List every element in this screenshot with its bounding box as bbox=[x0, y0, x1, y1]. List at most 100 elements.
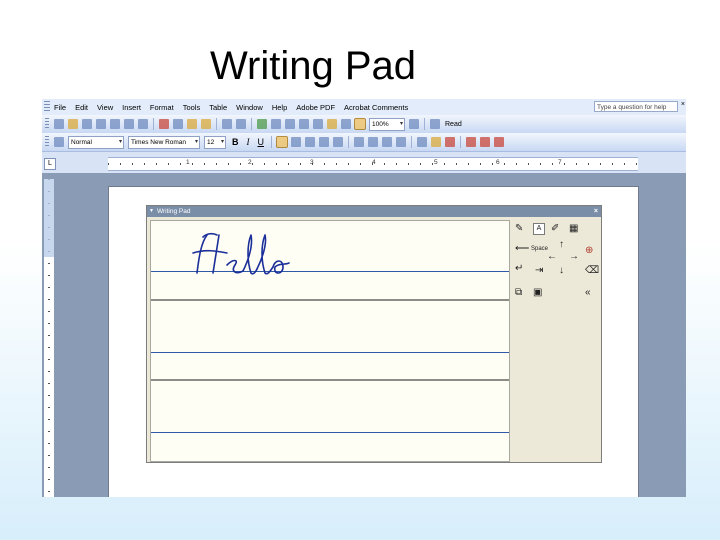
font-color-icon[interactable] bbox=[445, 137, 455, 147]
align-center-icon[interactable] bbox=[291, 137, 301, 147]
ruler-mark: 2 bbox=[248, 159, 252, 166]
bullets-icon[interactable] bbox=[368, 137, 378, 147]
read-button[interactable]: Read bbox=[445, 121, 462, 128]
paste-icon[interactable] bbox=[187, 119, 197, 129]
backspace-icon[interactable]: ⟵ bbox=[515, 244, 529, 254]
drawing-pad-icon[interactable]: ▣ bbox=[533, 288, 542, 298]
ruler-mark: 5 bbox=[434, 159, 438, 166]
enter-icon[interactable]: ↵ bbox=[515, 264, 523, 274]
help-search-input[interactable]: Type a question for help bbox=[594, 101, 678, 112]
keyboard-icon[interactable]: ▦ bbox=[569, 224, 578, 234]
toolbar-separator bbox=[460, 136, 461, 148]
menu-window[interactable]: Window bbox=[236, 103, 263, 112]
menu-file[interactable]: File bbox=[54, 103, 66, 112]
arrow-down-icon[interactable]: ↓ bbox=[559, 266, 564, 276]
menu-table[interactable]: Table bbox=[209, 103, 227, 112]
show-hide-icon[interactable] bbox=[354, 118, 366, 130]
insert-table-icon[interactable] bbox=[285, 119, 295, 129]
convert-and-review-pdf-icon[interactable] bbox=[494, 137, 504, 147]
ruler-mark: 1 bbox=[186, 159, 190, 166]
tables-borders-icon[interactable] bbox=[271, 119, 281, 129]
eraser-icon[interactable]: ⌫ bbox=[585, 266, 599, 276]
grip-handle[interactable] bbox=[44, 101, 50, 113]
menu-insert[interactable]: Insert bbox=[122, 103, 141, 112]
increase-indent-icon[interactable] bbox=[396, 137, 406, 147]
grip-handle[interactable] bbox=[45, 136, 49, 148]
align-left-icon[interactable] bbox=[276, 136, 288, 148]
pen-icon[interactable]: ✐ bbox=[551, 224, 559, 234]
arrow-up-icon[interactable]: ↑ bbox=[559, 240, 564, 250]
text-mode-icon[interactable]: A bbox=[533, 223, 545, 235]
hyperlink-icon[interactable] bbox=[257, 119, 267, 129]
justify-icon[interactable] bbox=[319, 137, 329, 147]
band-separator bbox=[151, 379, 509, 381]
line-spacing-icon[interactable] bbox=[333, 137, 343, 147]
document-map-icon[interactable] bbox=[341, 119, 351, 129]
decrease-indent-icon[interactable] bbox=[382, 137, 392, 147]
spelling-icon[interactable] bbox=[138, 119, 148, 129]
grip-handle[interactable] bbox=[45, 118, 49, 130]
menu-tools[interactable]: Tools bbox=[183, 103, 201, 112]
handwriting-area[interactable] bbox=[150, 220, 510, 462]
menu-acrobat-comments[interactable]: Acrobat Comments bbox=[344, 103, 408, 112]
writing-pad-panel: ▼ Writing Pad × ✎ A ✐ ▦ ⟵ Space ↑ ← → ↵ … bbox=[146, 205, 602, 463]
new-document-icon[interactable] bbox=[54, 119, 64, 129]
cut-icon[interactable] bbox=[159, 119, 169, 129]
highlight-icon[interactable] bbox=[431, 137, 441, 147]
toolbar-separator bbox=[216, 118, 217, 130]
italic-button[interactable]: I bbox=[247, 137, 250, 147]
format-painter-icon[interactable] bbox=[201, 119, 211, 129]
help-icon[interactable] bbox=[409, 119, 419, 129]
correction-icon[interactable]: ⊕ bbox=[585, 246, 593, 256]
columns-icon[interactable] bbox=[313, 119, 323, 129]
writing-pad-title: Writing Pad bbox=[157, 208, 191, 215]
excel-icon[interactable] bbox=[299, 119, 309, 129]
close-icon[interactable]: × bbox=[594, 206, 598, 217]
convert-to-pdf-icon[interactable] bbox=[466, 137, 476, 147]
writing-pad-titlebar[interactable]: ▼ Writing Pad × bbox=[147, 206, 601, 217]
drawing-icon[interactable] bbox=[327, 119, 337, 129]
styles-icon[interactable] bbox=[54, 137, 64, 147]
toolbar-separator bbox=[348, 136, 349, 148]
print-icon[interactable] bbox=[110, 119, 120, 129]
numbering-icon[interactable] bbox=[354, 137, 364, 147]
writing-baseline bbox=[151, 432, 509, 433]
copy-icon[interactable] bbox=[173, 119, 183, 129]
menu-edit[interactable]: Edit bbox=[75, 103, 88, 112]
vertical-ruler[interactable] bbox=[44, 179, 54, 497]
space-button[interactable]: Space bbox=[531, 245, 548, 253]
save-icon[interactable] bbox=[82, 119, 92, 129]
horizontal-ruler[interactable]: 1 2 3 4 5 6 7 bbox=[108, 157, 638, 171]
align-right-icon[interactable] bbox=[305, 137, 315, 147]
ruler-row: L 1 2 3 4 5 6 7 bbox=[42, 152, 686, 173]
redo-icon[interactable] bbox=[236, 119, 246, 129]
ink-icon[interactable]: ✎ bbox=[515, 224, 523, 234]
bold-button[interactable]: B bbox=[232, 137, 239, 147]
menu-format[interactable]: Format bbox=[150, 103, 174, 112]
tab-selector[interactable]: L bbox=[44, 158, 56, 170]
zoom-select[interactable]: 100% ▾ bbox=[369, 117, 405, 131]
permission-icon[interactable] bbox=[96, 119, 106, 129]
menu-view[interactable]: View bbox=[97, 103, 113, 112]
collapse-button[interactable]: « bbox=[585, 288, 591, 298]
menu-help[interactable]: Help bbox=[272, 103, 287, 112]
arrow-right-icon[interactable]: → bbox=[569, 252, 579, 262]
tab-icon[interactable]: ⇥ bbox=[535, 266, 543, 276]
underline-button[interactable]: U bbox=[258, 137, 265, 147]
menu-triangle-icon[interactable]: ▼ bbox=[149, 206, 154, 217]
ruler-mark: 7 bbox=[558, 159, 562, 166]
font-value: Times New Roman bbox=[131, 138, 187, 146]
undo-icon[interactable] bbox=[222, 119, 232, 129]
font-select[interactable]: Times New Roman ▾ bbox=[128, 135, 200, 149]
read-icon[interactable] bbox=[430, 119, 440, 129]
borders-icon[interactable] bbox=[417, 137, 427, 147]
menu-adobe-pdf[interactable]: Adobe PDF bbox=[296, 103, 335, 112]
open-folder-icon[interactable] bbox=[68, 119, 78, 129]
style-select[interactable]: Normal ▾ bbox=[68, 135, 124, 149]
recognize-icon[interactable]: ⧉ bbox=[515, 288, 522, 298]
arrow-left-icon[interactable]: ← bbox=[547, 252, 557, 262]
print-preview-icon[interactable] bbox=[124, 119, 134, 129]
close-icon[interactable]: × bbox=[681, 101, 685, 108]
font-size-select[interactable]: 12 ▾ bbox=[204, 135, 226, 149]
convert-and-email-pdf-icon[interactable] bbox=[480, 137, 490, 147]
